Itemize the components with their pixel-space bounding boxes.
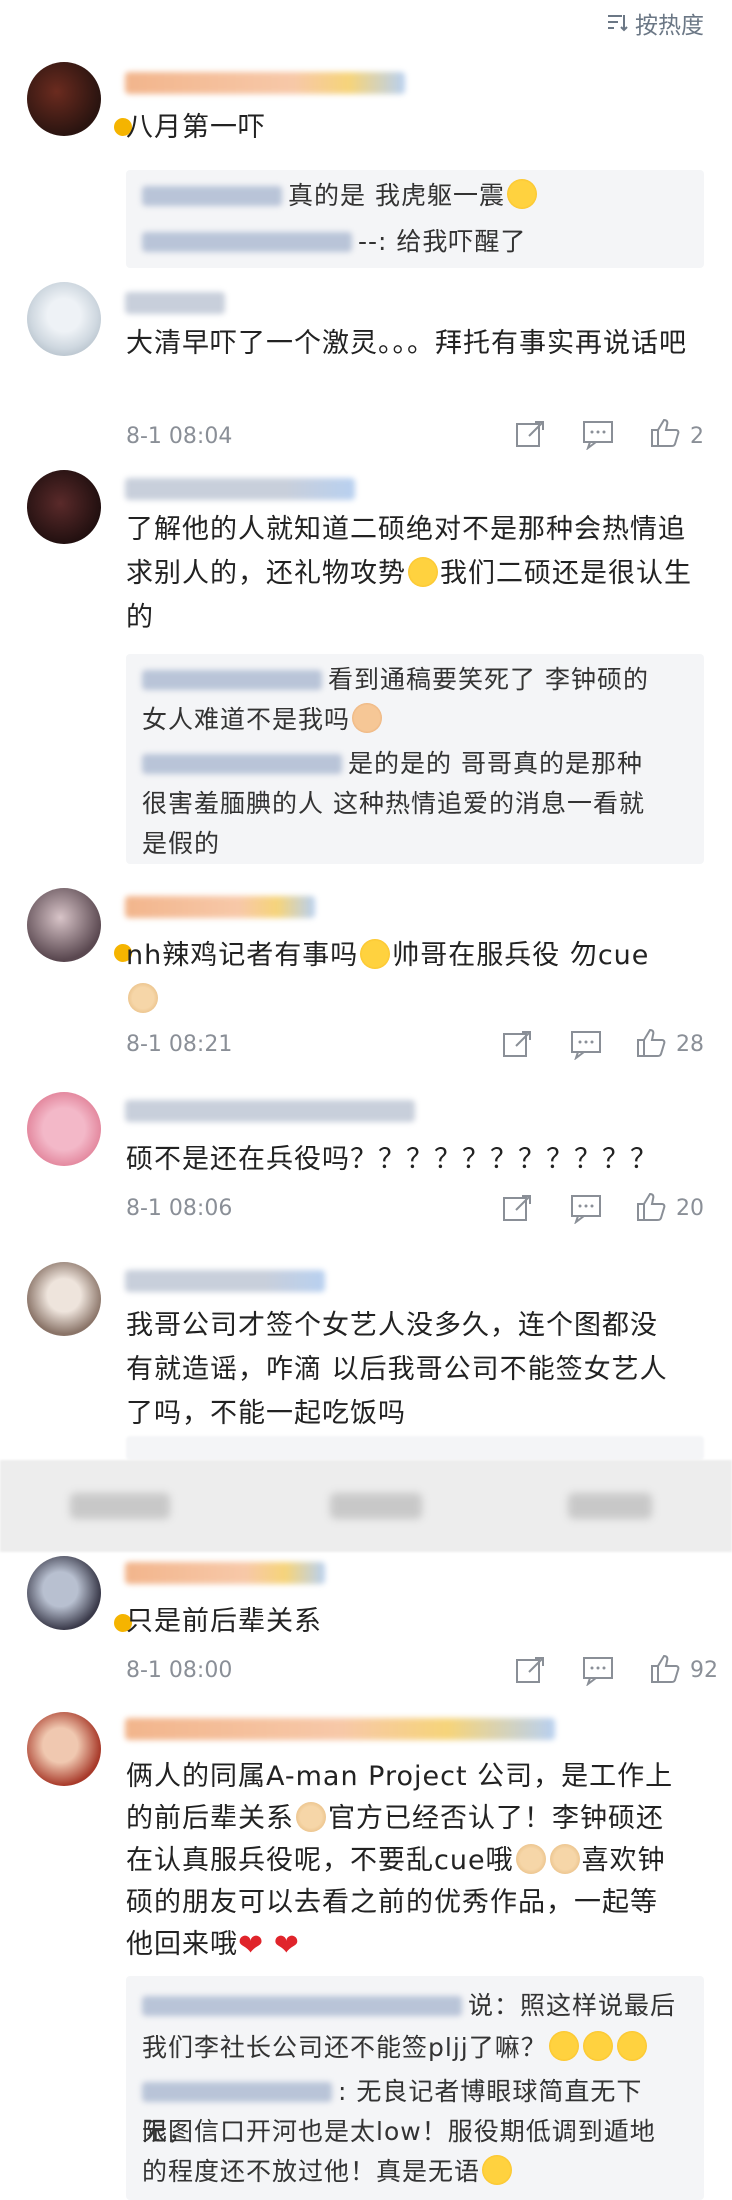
username[interactable] [125,292,225,314]
blurred-comment[interactable] [330,1493,422,1519]
username[interactable] [125,896,315,918]
reply: 是的是的 哥哥真的是那种 [142,744,690,784]
timestamp: 8-1 08:06 [126,1196,233,1221]
username[interactable] [125,478,355,500]
timestamp: 8-1 08:04 [126,424,233,449]
like-count: 2 [690,424,704,449]
avatar[interactable] [27,282,101,356]
smile-emoji-icon [582,2031,613,2061]
reply-box[interactable]: 说：照这样说最后 我们李社长公司还不能签pljj了嘛？ : 无良记者博眼球简直无… [126,1976,704,2200]
sort-icon [608,15,628,32]
smile-emoji-icon [616,2031,647,2061]
comment-icon[interactable] [580,1654,616,1686]
username[interactable] [125,1100,415,1122]
comment-text: 俩人的同属A-man Project 公司，是工作上 的前后辈关系 官方已经否认了… [126,1756,706,1967]
comment-icon[interactable] [568,1028,604,1060]
timestamp: 8-1 08:21 [126,1032,233,1057]
smile-emoji-icon [548,2031,579,2061]
heart-icon: ❤ [273,1928,300,1963]
reply-username[interactable] [142,670,322,690]
reply-username[interactable] [142,232,352,252]
heart-icon: ❤ [238,1928,265,1963]
share-icon[interactable] [500,1192,536,1224]
comment-text: nh辣鸡记者有事吗 帅哥在服兵役 勿cue [126,934,706,1022]
reply-box[interactable]: 真的是 我虎躯一震 --: 给我吓醒了 [126,170,704,268]
comment-icon[interactable] [568,1192,604,1224]
reply-username[interactable] [142,1996,462,2016]
reply: 很害羞腼腆的人 这种热情追爱的消息一看就 [142,789,645,818]
avatar[interactable] [27,470,101,544]
laugh-cry-emoji-icon [506,179,537,209]
avatar[interactable] [27,1262,101,1336]
share-icon[interactable] [513,418,549,450]
share-icon[interactable] [500,1028,536,1060]
ok-hand-emoji-icon [128,983,158,1013]
username[interactable] [125,1718,555,1740]
reply-box[interactable]: 看到通稿要笑死了 李钟硕的 女人难道不是我吗 是的是的 哥哥真的是那种 很害羞腼… [126,654,704,864]
like-count: 20 [676,1196,704,1221]
like-icon[interactable] [648,1652,684,1684]
reply: 无图信口开河也是太low！服役期低调到遁地 [142,2117,656,2146]
sweat-emoji-icon [482,2155,513,2185]
pray-emoji-icon [296,1802,326,1832]
sort-by-hot[interactable]: 按热度 [605,6,704,40]
like-icon[interactable] [634,1026,670,1058]
username[interactable] [125,1270,325,1292]
avatar[interactable] [27,1712,101,1786]
reply-username[interactable] [142,754,342,774]
avatar[interactable] [27,62,101,136]
avatar[interactable] [27,1556,101,1630]
comment-text: 硕不是还在兵役吗？？？？？？？？？？？ [126,1144,658,1175]
reply: --: 给我吓醒了 [142,222,690,262]
confused-emoji-icon [360,939,391,969]
like-count: 92 [690,1658,718,1683]
blurred-share[interactable] [70,1493,170,1519]
comment-icon[interactable] [580,418,616,450]
laugh-cry-emoji-icon [408,557,438,587]
avatar[interactable] [27,1092,101,1166]
reply-username[interactable] [142,2082,332,2102]
pray-emoji-icon [549,1844,580,1874]
share-icon[interactable] [513,1654,549,1686]
blurred-like[interactable] [568,1493,652,1519]
pray-emoji-icon [515,1844,546,1874]
cat-emoji-icon [352,703,383,733]
like-count: 28 [676,1032,704,1057]
comment-text: 大清早吓了一个激灵。。。拜托有事实再说话吧 [126,328,687,359]
reply: 说：照这样说最后 [142,1986,690,2026]
reply: 看到通稿要笑死了 李钟硕的 [142,660,690,700]
sort-label: 按热度 [635,13,704,39]
reply-box[interactable] [126,1436,704,1460]
avatar[interactable] [27,888,101,962]
reply: 是假的 [142,829,221,858]
reply: 真的是 我虎躯一震 [142,176,690,216]
reply: 女人难道不是我吗 [142,700,690,740]
reply-username[interactable] [142,186,282,206]
timestamp: 8-1 08:00 [126,1658,233,1683]
username[interactable] [125,1562,325,1584]
username[interactable] [125,72,405,94]
blurred-action-bar [0,1460,732,1552]
comment-text: 了解他的人就知道二硕绝对不是那种会热情追求别人的，还礼物攻势 我们二硕还是很认生的 [126,514,692,633]
comment-text: 我哥公司才签个女艺人没多久，连个图都没 有就造谣，咋滴 以后我哥公司不能签女艺人… [126,1310,668,1429]
reply: 的程度还不放过他！真是无语 [142,2152,690,2192]
comment-text: 只是前后辈关系 [126,1606,322,1637]
like-icon[interactable] [634,1190,670,1222]
comment-text: 八月第一吓 [126,112,266,143]
like-icon[interactable] [648,416,684,448]
reply: 我们李社长公司还不能签pljj了嘛？ [142,2028,690,2068]
